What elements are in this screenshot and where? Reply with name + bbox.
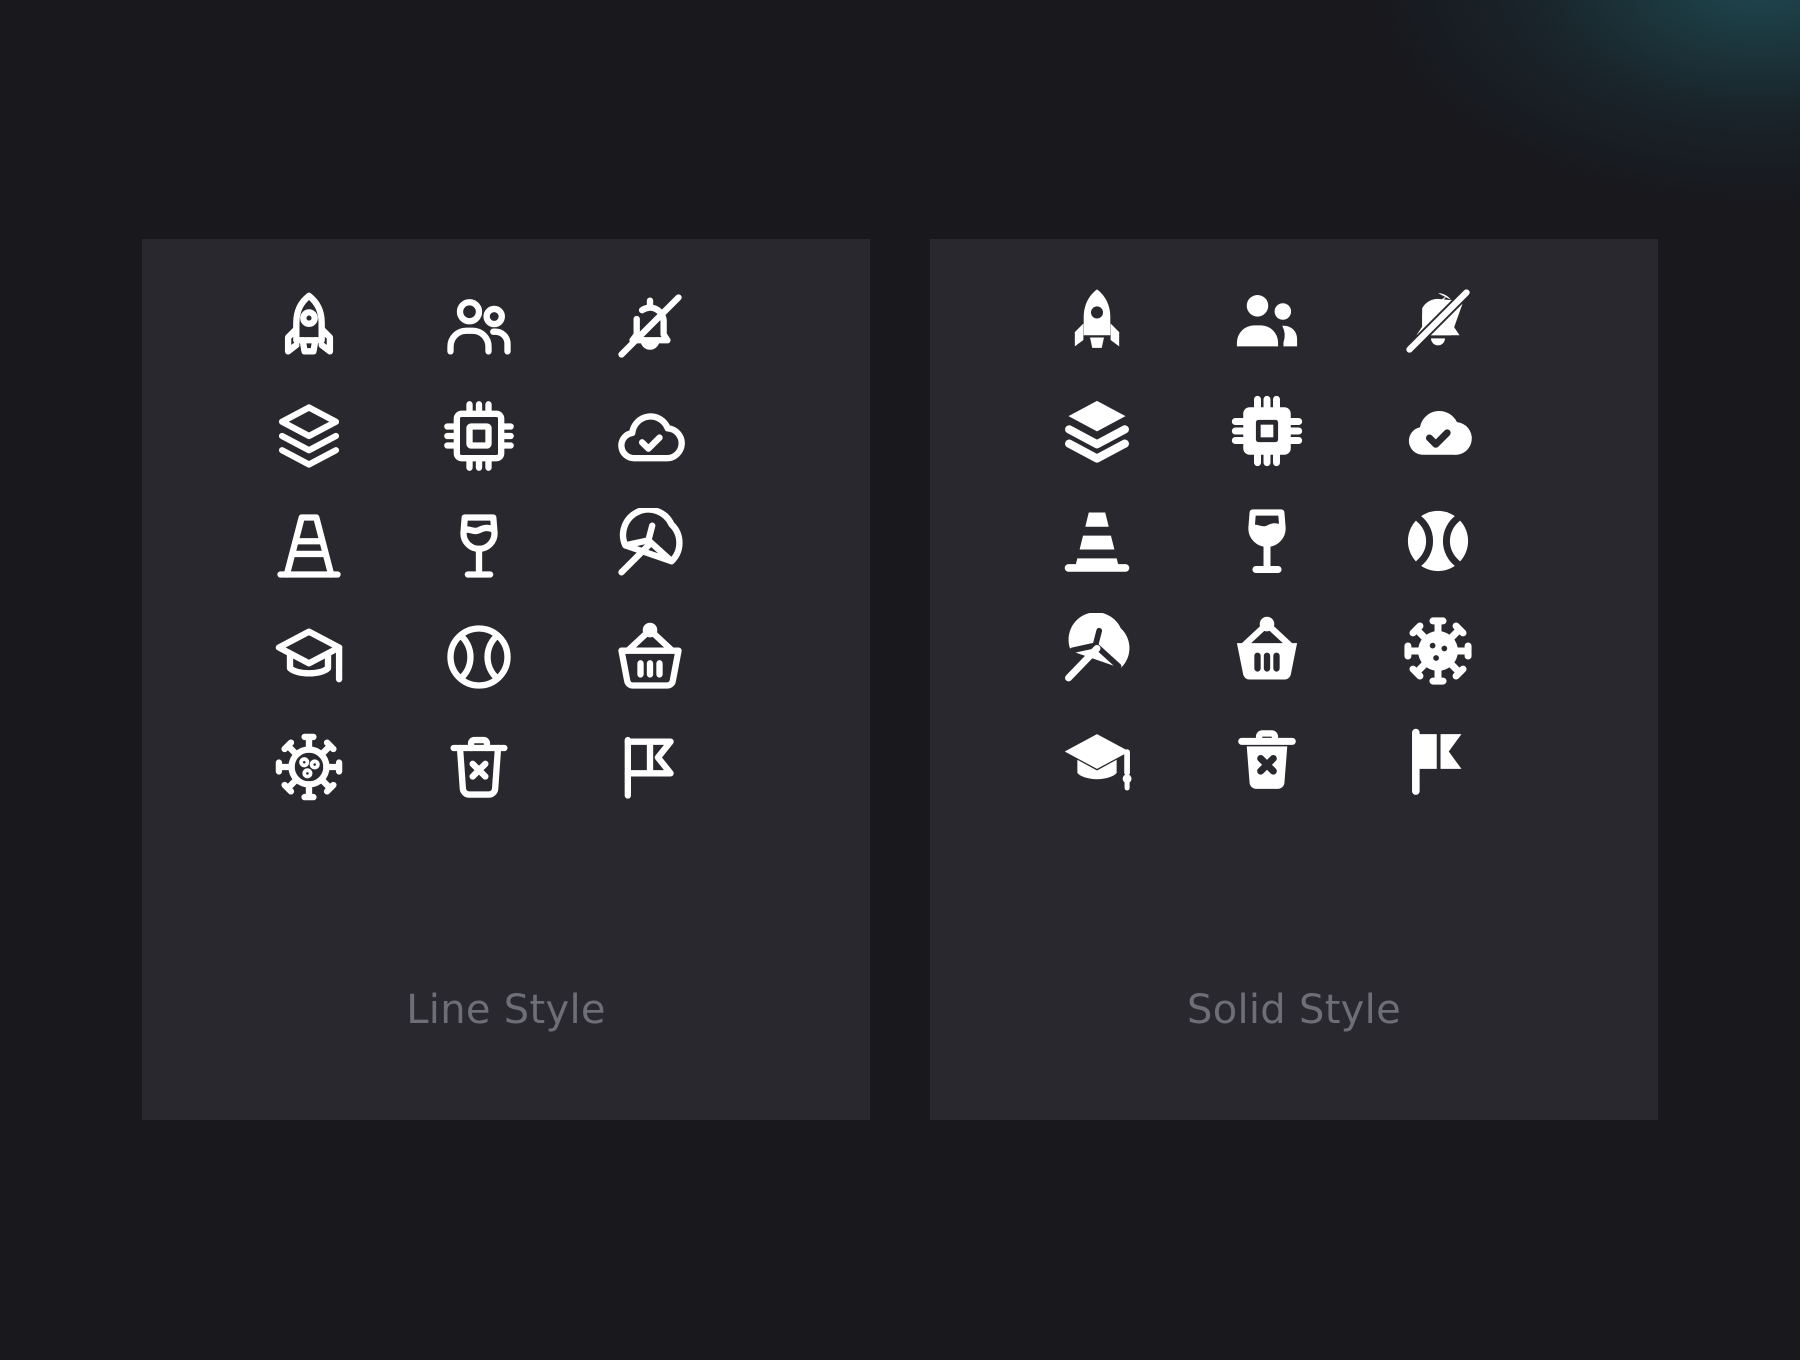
umbrella-icon (612, 508, 688, 584)
wine-glass-icon (1229, 503, 1305, 579)
basket-icon (1229, 613, 1305, 689)
cloud-check-icon (612, 398, 688, 474)
wine-glass-icon (441, 508, 517, 584)
line-style-caption: Line Style (406, 987, 606, 1033)
flag-icon (612, 729, 688, 805)
basket-icon (612, 619, 688, 695)
flag-icon (1400, 723, 1476, 799)
graduation-cap-icon (1059, 723, 1135, 799)
traffic-cone-icon (271, 508, 347, 584)
cpu-icon (441, 398, 517, 474)
umbrella-icon (1059, 613, 1135, 689)
users-icon (1229, 283, 1305, 359)
line-style-panel: Line Style (142, 239, 870, 1120)
trash-x-icon (1229, 723, 1305, 799)
trash-x-icon (441, 729, 517, 805)
layers-icon (1059, 393, 1135, 469)
users-icon (441, 288, 517, 364)
cpu-icon (1229, 393, 1305, 469)
virus-icon (271, 729, 347, 805)
bell-off-icon (612, 288, 688, 364)
rocket-icon (1059, 283, 1135, 359)
graduation-cap-icon (271, 619, 347, 695)
virus-icon (1400, 613, 1476, 689)
solid-style-caption: Solid Style (1187, 987, 1401, 1033)
rocket-icon (271, 288, 347, 364)
tennis-ball-icon (441, 619, 517, 695)
layers-icon (271, 398, 347, 474)
traffic-cone-icon (1059, 503, 1135, 579)
bell-off-icon (1400, 283, 1476, 359)
tennis-ball-icon (1400, 503, 1476, 579)
cloud-check-icon (1400, 393, 1476, 469)
solid-style-panel: Solid Style (930, 239, 1658, 1120)
